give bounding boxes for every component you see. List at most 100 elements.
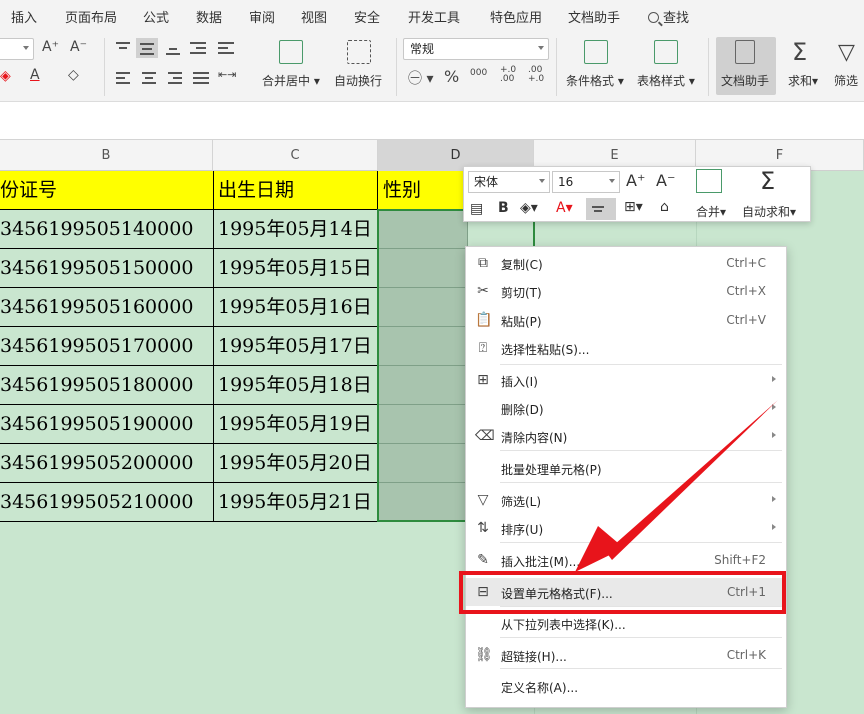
gender-cell[interactable]	[378, 249, 468, 288]
filter-button[interactable]: 筛选	[834, 72, 858, 89]
gender-cell[interactable]	[378, 405, 468, 444]
gender-cell[interactable]	[378, 327, 468, 366]
fill-color-icon[interactable]: ◈▾	[520, 200, 538, 216]
filter-icon[interactable]: ▽	[838, 40, 855, 65]
increase-decimal-button[interactable]: +.0 .00	[500, 66, 516, 84]
context-menu-item[interactable]: ⧉ 复制(C) Ctrl+C	[466, 249, 786, 277]
tab-featured-apps[interactable]: 特色应用	[490, 7, 542, 26]
sum-button[interactable]: 求和▾	[788, 72, 818, 89]
context-menu-item[interactable]: ⇅ 排序(U)	[466, 514, 786, 542]
tab-developer[interactable]: 开发工具	[408, 7, 460, 26]
wrap-text-button[interactable]: 自动换行	[334, 72, 382, 89]
column-header-c[interactable]: C	[213, 140, 378, 171]
font-size-combo[interactable]	[0, 38, 34, 60]
clear-format-icon[interactable]: ⌂	[660, 199, 669, 215]
birthdate-cell[interactable]: 1995年05月20日	[214, 444, 378, 483]
id-number-cell[interactable]: 3456199505150000	[0, 249, 214, 288]
decrease-decimal-button[interactable]: .00 +.0	[528, 66, 544, 84]
mini-merge-button[interactable]: 合并▾	[696, 203, 726, 220]
clear-format-icon[interactable]: ◇	[68, 67, 79, 83]
align-right-icon[interactable]	[166, 70, 184, 86]
header-cell-birthdate[interactable]: 出生日期	[214, 171, 378, 210]
id-number-cell[interactable]: 3456199505200000	[0, 444, 214, 483]
align-middle-icon[interactable]	[136, 38, 158, 58]
sum-icon[interactable]: Σ	[760, 167, 775, 195]
gender-cell[interactable]	[378, 210, 468, 249]
context-menu-item[interactable]: 删除(D)	[466, 394, 786, 422]
sum-icon[interactable]: Σ	[792, 38, 807, 66]
id-number-cell[interactable]: 3456199505170000	[0, 327, 214, 366]
decrease-font-icon[interactable]: A⁻	[656, 171, 675, 190]
percent-button[interactable]: %	[444, 67, 459, 86]
align-left-icon[interactable]	[114, 70, 132, 86]
context-menu-item[interactable]: ⌫ 清除内容(N)	[466, 422, 786, 450]
align-top-icon[interactable]	[114, 40, 132, 56]
tab-page-layout[interactable]: 页面布局	[65, 7, 117, 26]
context-menu-item[interactable]: 定义名称(A)...	[466, 672, 786, 700]
birthdate-cell[interactable]: 1995年05月14日	[214, 210, 378, 249]
fill-color-icon[interactable]: ◈	[0, 68, 11, 84]
gender-cell[interactable]	[378, 444, 468, 483]
table-style-button[interactable]: 表格样式 ▾	[637, 72, 695, 89]
context-menu-item[interactable]: 批量处理单元格(P)	[466, 454, 786, 482]
increase-indent-icon[interactable]	[218, 40, 238, 56]
context-menu-item[interactable]: ⊞ 插入(I)	[466, 366, 786, 394]
birthdate-cell[interactable]: 1995年05月18日	[214, 366, 378, 405]
tab-data[interactable]: 数据	[196, 7, 222, 26]
context-menu-item[interactable]: 📋 粘贴(P) Ctrl+V	[466, 306, 786, 334]
gender-cell[interactable]	[378, 366, 468, 405]
gender-cell[interactable]	[378, 483, 468, 522]
tab-view[interactable]: 视图	[301, 7, 327, 26]
bold-icon[interactable]: B	[498, 200, 509, 216]
context-menu-item[interactable]: ⛓ 超链接(H)... Ctrl+K	[466, 641, 786, 669]
align-bottom-icon[interactable]	[164, 40, 182, 56]
context-menu-item[interactable]: ⍰ 选择性粘贴(S)...	[466, 334, 786, 362]
merge-icon[interactable]	[696, 169, 722, 193]
align-center-icon[interactable]	[586, 198, 616, 220]
birthdate-cell[interactable]: 1995年05月21日	[214, 483, 378, 522]
decrease-indent-icon[interactable]	[190, 40, 208, 56]
id-number-cell[interactable]: 3456199505160000	[0, 288, 214, 327]
context-menu-item[interactable]: ✂ 剪切(T) Ctrl+X	[466, 277, 786, 305]
context-menu-item[interactable]: ✎ 插入批注(M)... Shift+F2	[466, 546, 786, 574]
thousands-button[interactable]: 000	[470, 68, 487, 78]
mini-font-select[interactable]: 宋体	[468, 171, 550, 193]
number-format-select[interactable]: 常规	[403, 38, 549, 60]
tab-insert[interactable]: 插入	[11, 7, 37, 26]
context-menu-item[interactable]: 从下拉列表中选择(K)...	[466, 609, 786, 637]
justify-icon[interactable]	[192, 70, 210, 86]
column-header-b[interactable]: B	[0, 140, 213, 171]
tab-security[interactable]: 安全	[354, 7, 380, 26]
id-number-cell[interactable]: 3456199505180000	[0, 366, 214, 405]
tab-formula[interactable]: 公式	[143, 7, 169, 26]
birthdate-cell[interactable]: 1995年05月17日	[214, 327, 378, 366]
tab-doc-helper[interactable]: 文档助手	[568, 7, 620, 26]
tab-find[interactable]: 查找	[648, 7, 689, 26]
decrease-font-icon[interactable]: A⁻	[70, 39, 87, 55]
conditional-format-button[interactable]: 条件格式 ▾	[566, 72, 624, 89]
merge-center-icon[interactable]	[279, 40, 303, 64]
gender-cell[interactable]	[378, 288, 468, 327]
align-center-icon[interactable]	[140, 70, 158, 86]
mini-size-select[interactable]: 16	[552, 171, 620, 193]
border-icon[interactable]: ⊞▾	[624, 199, 643, 215]
header-cell-id[interactable]: 份证号	[0, 171, 214, 210]
mini-autosum-button[interactable]: 自动求和▾	[742, 203, 796, 220]
currency-icon[interactable]: ㊀ ▾	[408, 68, 433, 88]
conditional-format-icon[interactable]	[584, 40, 608, 64]
header-cell-gender[interactable]: 性别	[378, 171, 468, 210]
birthdate-cell[interactable]: 1995年05月16日	[214, 288, 378, 327]
font-color-icon[interactable]: A▾	[556, 200, 573, 216]
format-painter-icon[interactable]: ▤	[470, 201, 483, 217]
id-number-cell[interactable]: 3456199505210000	[0, 483, 214, 522]
table-style-icon[interactable]	[654, 40, 678, 64]
id-number-cell[interactable]: 3456199505140000	[0, 210, 214, 249]
tab-review[interactable]: 审阅	[249, 7, 275, 26]
formula-bar[interactable]	[0, 102, 864, 140]
font-color-icon[interactable]: A	[30, 67, 40, 83]
birthdate-cell[interactable]: 1995年05月19日	[214, 405, 378, 444]
increase-font-icon[interactable]: A⁺	[42, 39, 59, 55]
increase-font-icon[interactable]: A⁺	[626, 171, 645, 190]
context-menu-item[interactable]: ▽ 筛选(L)	[466, 486, 786, 514]
distributed-icon[interactable]: ⇤⇥	[218, 68, 236, 81]
